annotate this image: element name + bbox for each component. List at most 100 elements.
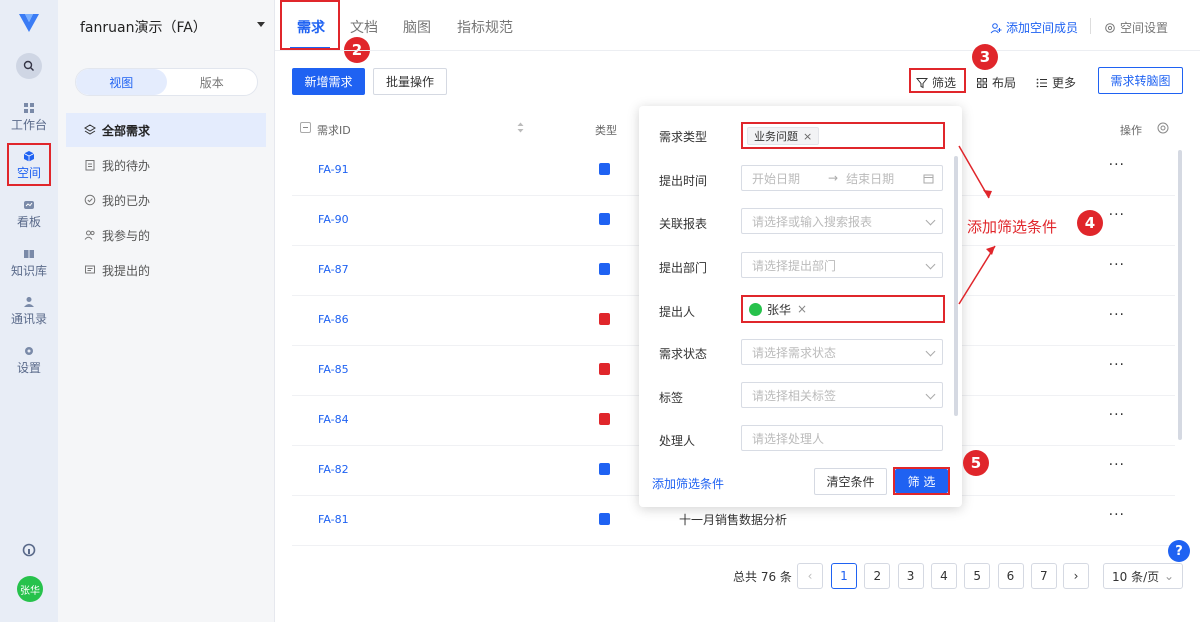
rail-item-workbench[interactable]: 工作台 xyxy=(0,102,58,133)
more-label: 更多 xyxy=(1052,76,1077,90)
more-actions-icon[interactable]: ··· xyxy=(1109,457,1125,473)
document-icon xyxy=(599,513,610,525)
search-icon xyxy=(23,60,34,71)
more-actions-icon[interactable]: ··· xyxy=(1109,357,1125,373)
space-settings-button[interactable]: 空间设置 xyxy=(1104,19,1168,36)
highlight-box-tab xyxy=(280,0,340,50)
chevron-down-icon xyxy=(925,215,936,226)
header-divider xyxy=(275,50,1200,51)
page-button[interactable]: 7 xyxy=(1030,563,1057,589)
filter-report-select[interactable]: 请选择或输入搜索报表 xyxy=(741,208,943,234)
document-icon xyxy=(599,263,610,275)
page-button[interactable]: 6 xyxy=(997,563,1024,589)
rail-item-label: 工作台 xyxy=(10,118,47,132)
more-actions-icon[interactable]: ··· xyxy=(1109,157,1125,173)
column-header-type: 类型 xyxy=(595,124,617,137)
add-user-icon xyxy=(990,22,1002,33)
user-avatar[interactable]: 张华 xyxy=(17,576,43,602)
next-page-button[interactable]: › xyxy=(1063,563,1089,589)
rail-item-contacts[interactable]: 通讯录 xyxy=(0,296,58,327)
gear-icon xyxy=(1105,22,1115,33)
page-button[interactable]: 3 xyxy=(897,563,924,589)
prev-page-button[interactable]: ‹ xyxy=(797,563,823,589)
sidebar-item-all[interactable]: 全部需求 xyxy=(66,113,266,147)
sidebar-item-todo[interactable]: 我的待办 xyxy=(66,148,266,182)
rail-item-dashboard[interactable]: 看板 xyxy=(0,199,58,230)
caret-down-icon[interactable] xyxy=(257,22,265,27)
batch-operation-button[interactable]: 批量操作 xyxy=(373,68,447,95)
column-settings-icon[interactable] xyxy=(1156,121,1170,135)
layout-label: 布局 xyxy=(992,76,1017,90)
page-button[interactable]: 1 xyxy=(831,563,857,589)
highlight-box-filter xyxy=(909,68,966,93)
step-badge-4: 4 xyxy=(1077,210,1103,236)
clear-conditions-button[interactable]: 清空条件 xyxy=(814,468,887,495)
more-actions-icon[interactable]: ··· xyxy=(1109,407,1125,423)
chevron-down-icon xyxy=(925,346,936,357)
table-scrollbar[interactable] xyxy=(1178,150,1182,440)
select-all-checkbox[interactable] xyxy=(300,122,311,133)
segment-version[interactable]: 版本 xyxy=(167,69,258,95)
filter-date-range[interactable]: 开始日期 → 结束日期 xyxy=(741,165,943,191)
requirement-title: 十一月销售数据分析 xyxy=(679,513,788,527)
filter-label-time: 提出时间 xyxy=(659,174,708,188)
support-icon[interactable] xyxy=(22,543,36,557)
more-actions-icon[interactable]: ··· xyxy=(1109,207,1125,223)
chart-icon xyxy=(24,201,34,209)
rail-search-button[interactable] xyxy=(16,53,42,79)
more-actions-icon[interactable]: ··· xyxy=(1109,257,1125,273)
rail-item-settings[interactable]: 设置 xyxy=(0,345,58,376)
highlight-box-apply xyxy=(893,467,950,495)
to-mindmap-button[interactable]: 需求转脑图 xyxy=(1098,67,1183,94)
add-member-label: 添加空间成员 xyxy=(1006,21,1079,35)
add-member-button[interactable]: 添加空间成员 xyxy=(990,19,1078,36)
clipboard-icon xyxy=(85,160,95,171)
more-actions-icon[interactable]: ··· xyxy=(1109,507,1125,523)
step-badge-3: 3 xyxy=(972,44,998,70)
add-condition-link[interactable]: 添加筛选条件 xyxy=(652,475,724,492)
page-button[interactable]: 5 xyxy=(964,563,991,589)
new-requirement-button[interactable]: 新增需求 xyxy=(292,68,365,95)
sidebar-item-involved[interactable]: 我参与的 xyxy=(66,218,266,252)
rail-item-knowledge[interactable]: 知识库 xyxy=(0,248,58,279)
requirement-id[interactable]: FA-86 xyxy=(318,313,349,326)
page-button[interactable]: 2 xyxy=(864,563,891,589)
filter-handler-input[interactable]: 请选择处理人 xyxy=(741,425,943,451)
start-date-placeholder: 开始日期 xyxy=(752,171,801,186)
sidebar-item-submitted[interactable]: 我提出的 xyxy=(66,253,266,287)
chevron-down-icon xyxy=(925,389,936,400)
segment-view[interactable]: 视图 xyxy=(76,69,167,95)
requirement-id[interactable]: FA-91 xyxy=(318,163,349,176)
tab-docs[interactable]: 文档 xyxy=(350,17,378,37)
requirement-id[interactable]: FA-85 xyxy=(318,363,349,376)
space-selector[interactable]: fanruan演示（FA） xyxy=(80,17,207,37)
column-header-ops: 操作 xyxy=(1120,124,1142,137)
highlight-box-type xyxy=(741,122,945,149)
requirement-id[interactable]: FA-81 xyxy=(318,513,349,526)
message-icon xyxy=(85,265,95,274)
requirement-id[interactable]: FA-87 xyxy=(318,263,349,276)
highlight-box-submitter xyxy=(741,295,945,323)
help-button[interactable]: ? xyxy=(1168,540,1190,562)
sidebar-item-label: 全部需求 xyxy=(102,123,151,138)
sidebar-item-done[interactable]: 我的已办 xyxy=(66,183,266,217)
tab-mindmap[interactable]: 脑图 xyxy=(403,17,431,37)
more-actions-icon[interactable]: ··· xyxy=(1109,307,1125,323)
requirement-id[interactable]: FA-82 xyxy=(318,463,349,476)
requirement-id[interactable]: FA-90 xyxy=(318,213,349,226)
requirement-id[interactable]: FA-84 xyxy=(318,413,349,426)
rail-item-label: 看板 xyxy=(16,215,41,229)
left-rail: 工作台 空间 看板 知识库 通讯录 设置 张华 xyxy=(0,0,58,622)
pdf-icon xyxy=(599,363,610,375)
filter-tags-select[interactable]: 请选择相关标签 xyxy=(741,382,943,408)
more-button[interactable]: 更多 xyxy=(1036,74,1076,91)
layout-button[interactable]: 布局 xyxy=(976,74,1016,91)
sort-icon[interactable] xyxy=(517,122,524,133)
page-size-select[interactable]: 10 条/页 ⌄ xyxy=(1103,563,1183,589)
page-button[interactable]: 4 xyxy=(930,563,957,589)
pdf-icon xyxy=(599,313,610,325)
filter-dept-select[interactable]: 请选择提出部门 xyxy=(741,252,943,278)
filter-status-select[interactable]: 请选择需求状态 xyxy=(741,339,943,365)
list-icon xyxy=(1036,78,1047,87)
tab-metrics[interactable]: 指标规范 xyxy=(457,17,513,37)
